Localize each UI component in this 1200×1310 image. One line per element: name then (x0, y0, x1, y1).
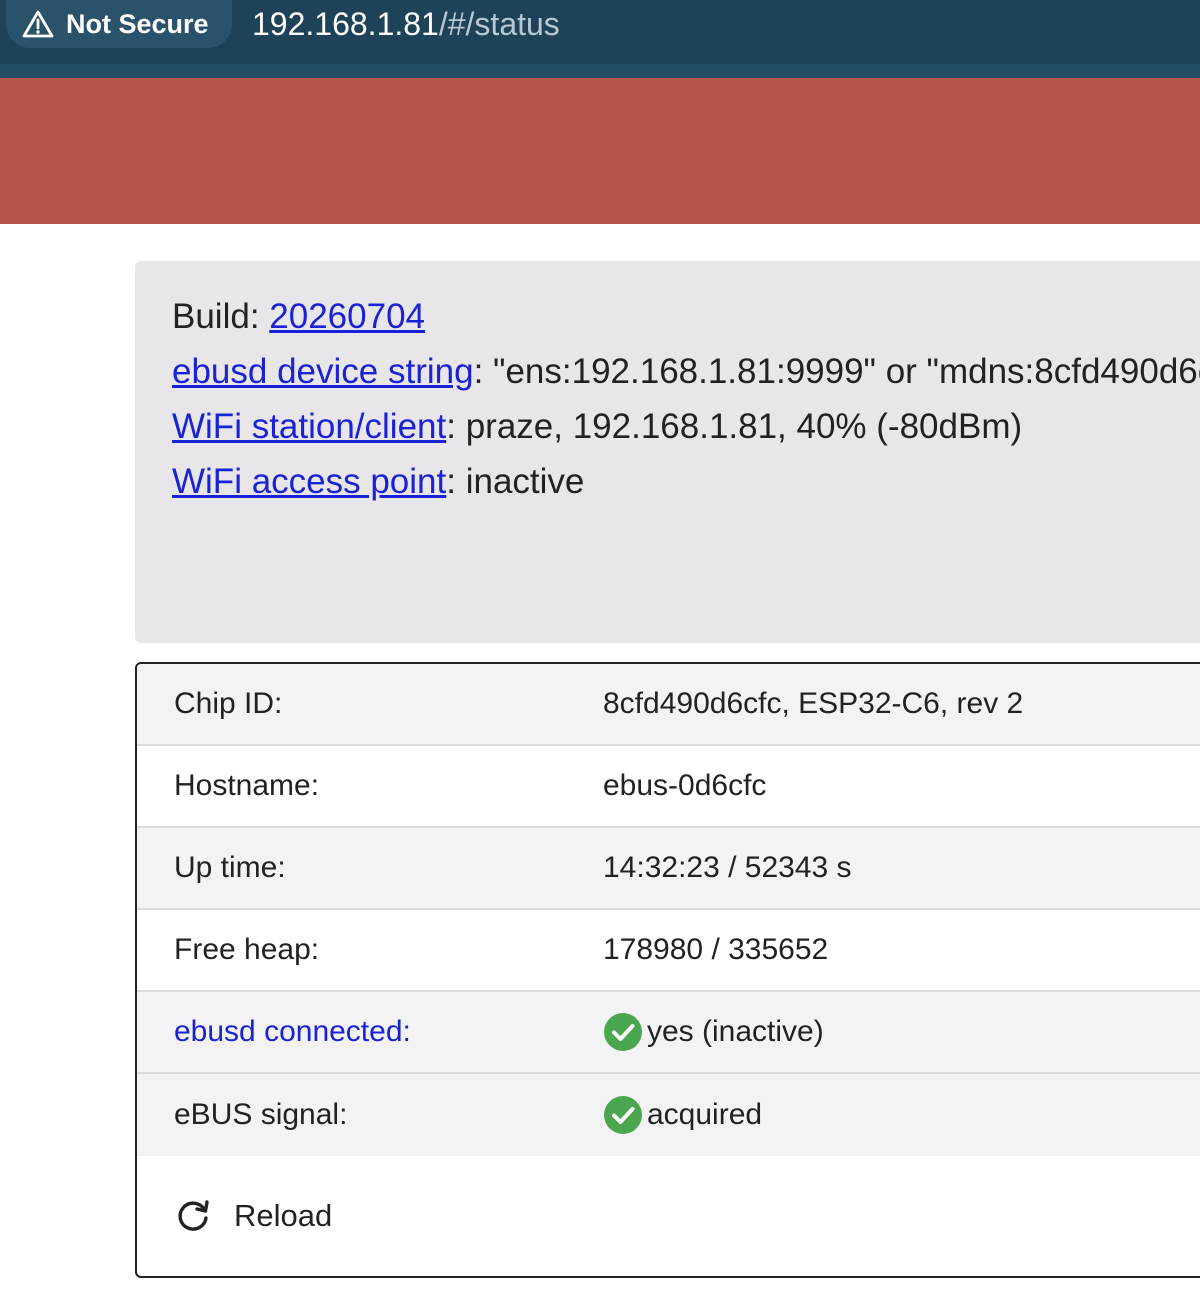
table-row-uptime: Up time: 14:32:23 / 52343 s (137, 828, 1200, 910)
warning-triangle-icon (22, 10, 54, 38)
row-value: yes (inactive) (603, 1012, 824, 1052)
check-circle-icon (604, 1013, 642, 1051)
reload-icon (178, 1200, 209, 1231)
row-label: Hostname: (174, 769, 320, 802)
wifi-station-link[interactable]: WiFi station/client (172, 407, 446, 446)
browser-address-bar: Not Secure 192.168.1.81/#/status (0, 0, 1200, 78)
check-circle-icon (604, 1096, 642, 1134)
build-link[interactable]: 20260704 (269, 297, 425, 336)
reload-label: Reload (234, 1198, 333, 1233)
row-value: acquired (603, 1095, 762, 1135)
status-table: Chip ID: 8cfd490d6cfc, ESP32-C6, rev 2 H… (135, 662, 1200, 1278)
wifi-station-line: WiFi station/client: praze, 192.168.1.81… (172, 399, 1200, 454)
build-line: Build: 20260704 (172, 289, 1200, 344)
wifi-station-value: : praze, 192.168.1.81, 40% (-80dBm) (446, 407, 1023, 446)
ebusd-connected-link[interactable]: ebusd connected: (137, 1015, 603, 1049)
url-path: /#/status (438, 6, 560, 42)
table-row-ebusd-connected: ebusd connected: yes (inactive) (137, 992, 1200, 1074)
row-label: Free heap: (174, 933, 320, 966)
row-value: 14:32:23 / 52343 s (603, 851, 852, 884)
wifi-ap-link[interactable]: WiFi access point (172, 462, 446, 501)
wifi-ap-value: : inactive (446, 462, 585, 501)
row-value: 178980 / 335652 (603, 933, 829, 966)
row-label: Chip ID: (174, 687, 283, 720)
table-row-hostname: Hostname: ebus-0d6cfc (137, 746, 1200, 828)
reload-button[interactable]: Reload (137, 1156, 1200, 1276)
url-field[interactable]: 192.168.1.81/#/status (252, 4, 560, 44)
device-string-link[interactable]: ebusd device string (172, 352, 474, 391)
device-string-value: : "ens:192.168.1.81:9999" or "mdns:8cfd4… (473, 352, 1200, 391)
row-value: 8cfd490d6cfc, ESP32-C6, rev 2 (603, 687, 1024, 720)
table-row-ebus-signal: eBUS signal: acquired (137, 1074, 1200, 1156)
device-string-line: ebusd device string: "ens:192.168.1.81:9… (172, 344, 1200, 399)
security-indicator[interactable]: Not Secure (6, 0, 232, 48)
device-info-panel: Build: 20260704 ebusd device string: "en… (135, 261, 1200, 643)
row-label: Up time: (174, 851, 286, 884)
security-label: Not Secure (66, 8, 209, 39)
ebusd-connected-value: yes (inactive) (647, 1015, 824, 1048)
build-label: Build: (172, 297, 270, 336)
wifi-ap-line: WiFi access point: inactive (172, 454, 1200, 509)
ebus-signal-value: acquired (647, 1098, 763, 1131)
table-row-free-heap: Free heap: 178980 / 335652 (137, 910, 1200, 992)
row-value: ebus-0d6cfc (603, 769, 767, 802)
row-label: eBUS signal: (174, 1098, 348, 1131)
table-row-chip-id: Chip ID: 8cfd490d6cfc, ESP32-C6, rev 2 (137, 664, 1200, 746)
header-banner (0, 78, 1200, 224)
url-host: 192.168.1.81 (252, 6, 439, 42)
